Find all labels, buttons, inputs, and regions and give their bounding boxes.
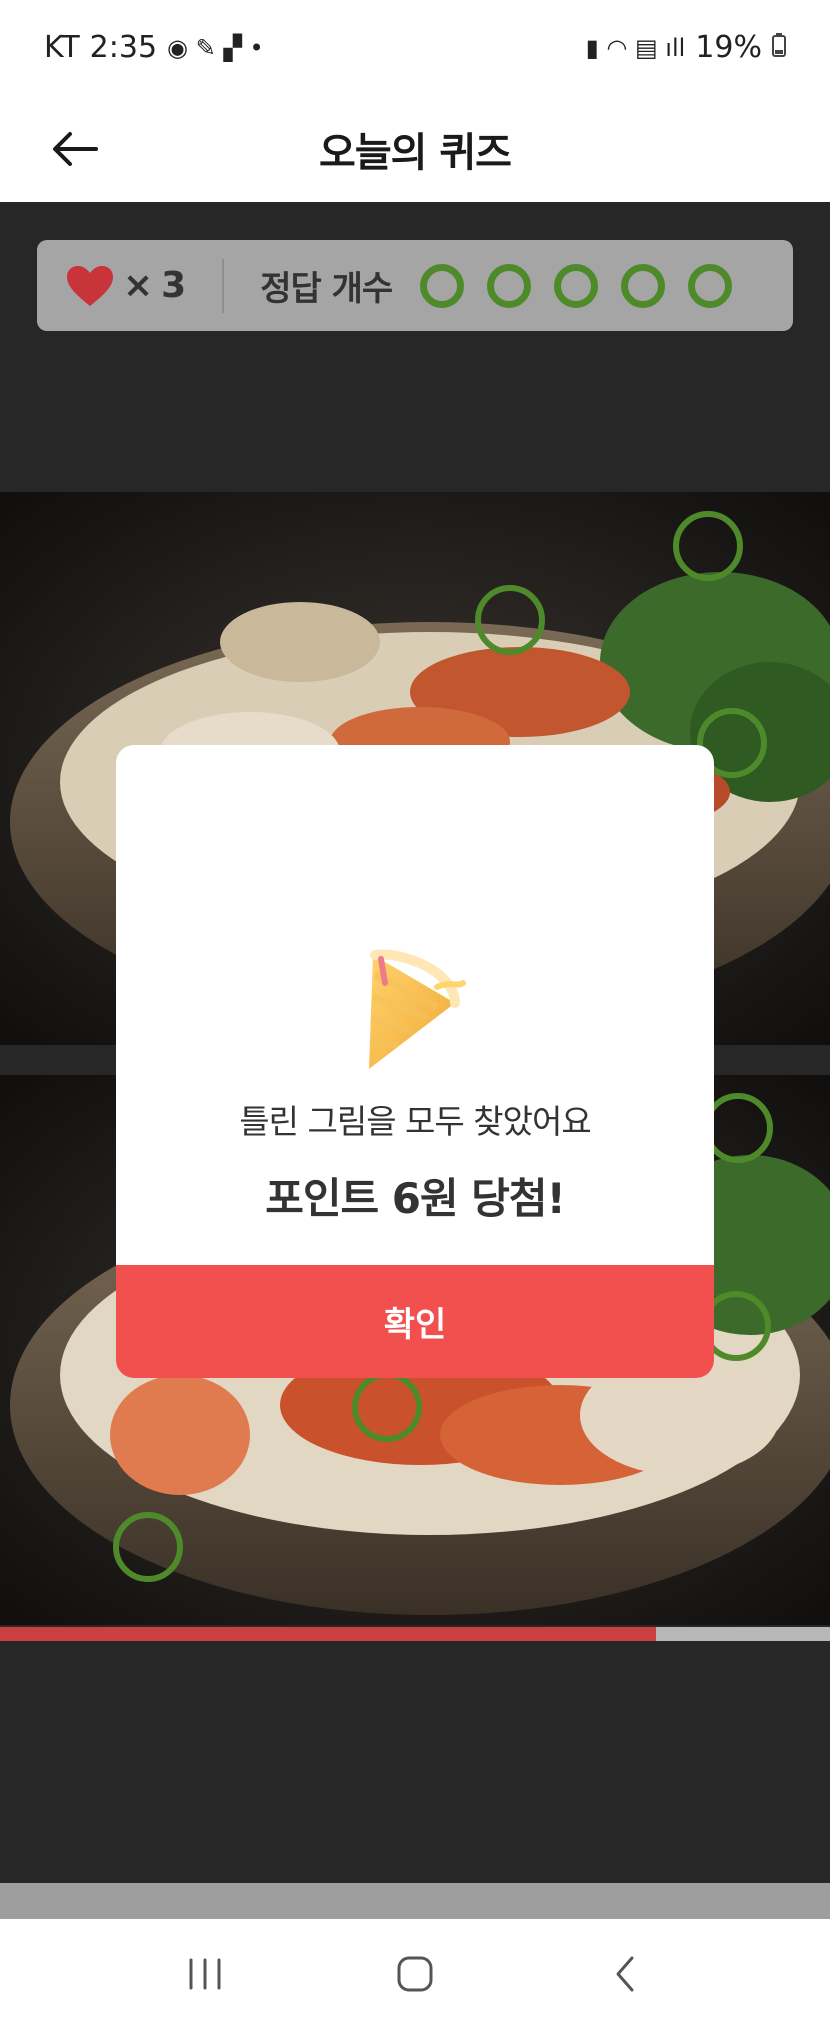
lives-counter: × 3 (65, 264, 186, 308)
confirm-button[interactable]: 확인 (116, 1265, 714, 1378)
party-popper-icon (369, 949, 466, 1069)
found-marker (352, 1372, 422, 1442)
answer-dots (420, 263, 733, 308)
signal-icon: ▮ ◠ ▤ ıll (585, 33, 686, 62)
bottom-strip (0, 1883, 830, 1919)
answer-dot (688, 263, 733, 308)
modal-prize: 포인트 6원 당첨! (265, 1174, 565, 1223)
recent-apps-button[interactable] (165, 1934, 245, 2014)
answer-dot (554, 263, 599, 308)
answer-dot (420, 263, 465, 308)
back-button[interactable] (44, 119, 104, 179)
modal-message: 틀린 그림을 모두 찾았어요 (239, 1102, 591, 1141)
clock: 2:35 (89, 30, 158, 65)
status-bar: KT 2:35 ◉ ✎ ▞ • ▮ ◠ ▤ ıll 19% (0, 0, 830, 95)
carrier-label: KT (44, 30, 80, 65)
time-progress-bar (0, 1627, 830, 1641)
modal-illustration (116, 745, 714, 1105)
answer-dot (487, 263, 532, 308)
lives-count: 3 (161, 265, 187, 306)
home-icon (397, 1956, 433, 1992)
status-left: KT 2:35 ◉ ✎ ▞ • (44, 30, 264, 65)
found-marker (113, 1512, 183, 1582)
recent-apps-icon (189, 1958, 221, 1990)
lives-prefix: × (123, 265, 154, 306)
system-back-button[interactable] (585, 1934, 665, 2014)
chevron-left-icon (616, 1956, 634, 1992)
answer-count-label: 정답 개수 (260, 269, 393, 309)
system-nav-bar (0, 1919, 830, 2029)
status-right: ▮ ◠ ▤ ıll 19% (586, 30, 786, 65)
heart-icon (67, 265, 113, 306)
time-progress-fill (0, 1627, 656, 1641)
result-modal: 틀린 그림을 모두 찾았어요 포인트 6원 당첨! 확인 (116, 745, 714, 1378)
home-button[interactable] (375, 1934, 455, 2014)
arrow-left-icon (53, 132, 98, 166)
page-title: 오늘의 퀴즈 (319, 129, 512, 176)
score-divider (222, 258, 225, 313)
answer-dot (621, 263, 666, 308)
battery-level: 19% (695, 30, 762, 65)
found-marker (475, 585, 545, 655)
app-header: 오늘의 퀴즈 (0, 95, 830, 202)
found-marker (673, 511, 743, 581)
battery-icon (772, 30, 786, 65)
notification-icon: ◉ ✎ ▞ • (167, 33, 264, 62)
score-panel: × 3 정답 개수 (37, 240, 793, 331)
